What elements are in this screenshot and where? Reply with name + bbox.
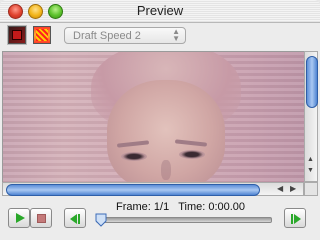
horizontal-scrollbar[interactable]: ◀ ▶	[2, 182, 304, 196]
pattern-mode-icon[interactable]	[33, 26, 51, 44]
speed-select[interactable]: Draft Speed 2 ▲ ▼	[64, 27, 186, 44]
step-forward-icon	[294, 214, 301, 224]
horizontal-scroll-thumb[interactable]	[6, 184, 260, 196]
time-label: Time:	[178, 201, 206, 213]
frame-label: Frame:	[116, 201, 151, 213]
preview-window: Preview Draft Speed 2 ▲ ▼ ▲ ▼ ◀ ▶ Frame:…	[0, 0, 320, 240]
stop-button[interactable]	[30, 208, 52, 228]
step-forward-button[interactable]	[284, 208, 306, 228]
play-icon	[16, 213, 25, 223]
video-left-eye	[121, 152, 147, 161]
frame-time-readout: Frame: 1/1 Time: 0:00.00	[116, 201, 245, 213]
scroll-left-icon[interactable]: ◀	[277, 184, 283, 193]
play-button[interactable]	[8, 208, 30, 228]
video-nose	[161, 160, 171, 180]
scroll-down-icon[interactable]: ▼	[307, 167, 314, 174]
video-preview	[2, 51, 305, 184]
speed-select-value: Draft Speed 2	[73, 30, 141, 42]
resize-corner[interactable]	[304, 182, 318, 196]
vertical-scroll-thumb[interactable]	[306, 56, 318, 108]
scroll-right-icon[interactable]: ▶	[290, 184, 296, 193]
stop-icon	[37, 214, 46, 223]
chevron-updown-icon: ▲ ▼	[172, 27, 180, 43]
step-back-icon	[70, 214, 77, 224]
step-back-button[interactable]	[64, 208, 86, 228]
mode-b-swatch	[36, 29, 48, 41]
video-right-eye	[179, 150, 205, 159]
vertical-scrollbar[interactable]: ▲ ▼	[304, 51, 318, 182]
scroll-up-icon[interactable]: ▲	[307, 156, 314, 163]
step-back-bar	[78, 214, 80, 224]
time-value: 0:00.00	[208, 201, 246, 213]
window-title: Preview	[136, 3, 184, 18]
title-bar: Preview	[0, 0, 320, 23]
frame-value: 1/1	[153, 201, 170, 213]
playback-controls: Frame: 1/1 Time: 0:00.00	[0, 198, 320, 240]
playback-slider-knob[interactable]	[95, 213, 107, 227]
playback-slider-track[interactable]	[96, 217, 272, 223]
step-forward-bar	[291, 214, 293, 224]
